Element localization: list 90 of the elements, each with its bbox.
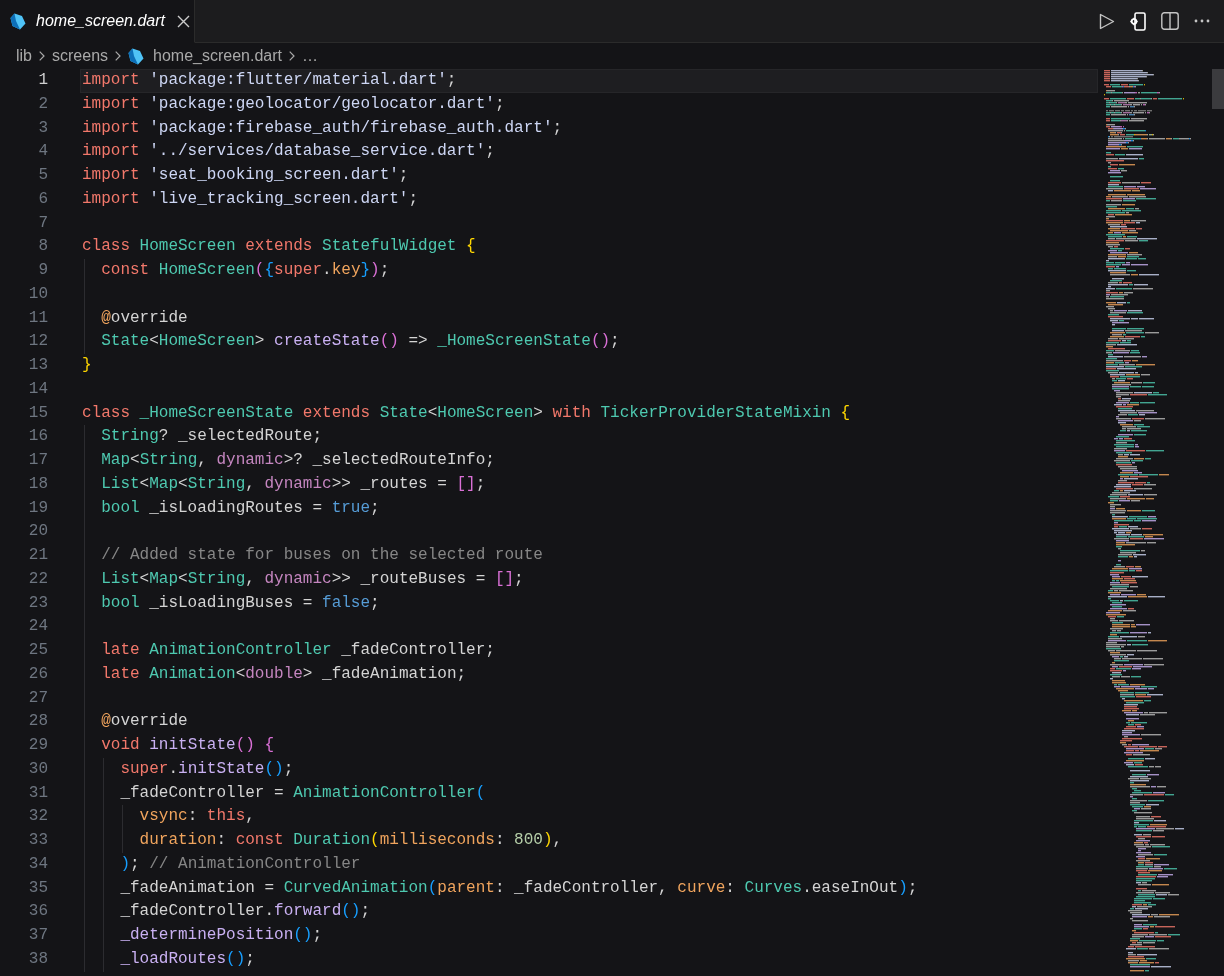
code-line: Map<String, dynamic>? _selectedRouteInfo; xyxy=(101,451,495,469)
code-line: List<Map<String, dynamic>> _routeBuses = []; xyxy=(101,569,524,588)
code-line: import 'package:firebase_auth/firebase_auth.dart'; xyxy=(82,118,563,137)
line-number: 19 xyxy=(28,498,48,517)
breadcrumb-item[interactable]: lib xyxy=(16,46,32,66)
device-settings-button[interactable] xyxy=(1130,11,1146,31)
code-line: _fadeController.forward(); xyxy=(120,902,371,921)
code-line: @override xyxy=(101,308,188,327)
code-line: _loadRoutes(); xyxy=(120,949,255,968)
breadcrumb-item[interactable]: home_screen.dart xyxy=(128,46,282,66)
line-number: 17 xyxy=(28,451,48,469)
line-number: 38 xyxy=(28,949,48,968)
breadcrumb-item[interactable]: … xyxy=(302,46,318,66)
line-number: 3 xyxy=(38,118,48,137)
code-line: State<HomeScreen> createState() => _HomeScreenState(); xyxy=(101,332,620,351)
split-view-icon xyxy=(1161,12,1179,30)
line-number: 10 xyxy=(28,284,48,303)
code-line: _fadeController = AnimationController( xyxy=(120,783,486,802)
split-editor-button[interactable] xyxy=(1161,12,1179,30)
line-number: 6 xyxy=(38,189,48,208)
line-number: 2 xyxy=(38,94,48,113)
line-number: 32 xyxy=(28,807,48,826)
code-line: import 'package:geolocator/geolocator.dart'; xyxy=(82,94,505,113)
line-number: 23 xyxy=(28,593,48,612)
line-number: 12 xyxy=(28,332,48,351)
chevron-right-icon xyxy=(39,51,45,61)
line-number: 24 xyxy=(28,617,48,636)
line-number: 18 xyxy=(28,474,48,493)
code-line: const HomeScreen({super.key}); xyxy=(101,261,390,279)
code-line: import 'package:flutter/material.dart'; xyxy=(82,71,457,89)
code-line: late Animation<double> _fadeAnimation; xyxy=(101,664,467,683)
code-line: String? _selectedRoute; xyxy=(101,427,323,446)
line-number: 11 xyxy=(28,308,48,327)
line-number: 8 xyxy=(38,237,48,256)
code-line: late AnimationController _fadeController; xyxy=(101,641,495,659)
line-number: 7 xyxy=(38,213,48,232)
line-number: 35 xyxy=(28,878,48,897)
line-number: 34 xyxy=(28,854,48,873)
code-line: bool _isLoadingBuses = false; xyxy=(101,593,380,612)
more-icon xyxy=(1194,19,1210,23)
file-type-icon xyxy=(10,12,26,30)
code-line: List<Map<String, dynamic>> _routes = []; xyxy=(101,474,486,493)
line-number: 30 xyxy=(28,759,48,778)
code-line: void initState() { xyxy=(101,736,275,754)
line-number: 5 xyxy=(38,166,48,184)
code-line: _determinePosition(); xyxy=(120,926,323,944)
line-number: 14 xyxy=(28,379,48,398)
line-number: 21 xyxy=(28,546,48,564)
more-actions-button[interactable] xyxy=(1194,19,1210,23)
line-number: 22 xyxy=(28,569,48,588)
scrollbar-thumb[interactable] xyxy=(1212,69,1224,109)
breadcrumb-item[interactable]: screens xyxy=(52,46,109,66)
code-line: @override xyxy=(101,712,188,731)
play-icon xyxy=(1099,12,1115,30)
close-icon xyxy=(176,14,190,28)
run-button[interactable] xyxy=(1099,12,1115,30)
line-number: 37 xyxy=(28,926,48,944)
code-line: vsync: this, xyxy=(139,807,255,826)
line-number: 15 xyxy=(28,403,48,422)
code-line: duration: const Duration(milliseconds: 800), xyxy=(139,831,563,849)
code-line: super.initState(); xyxy=(120,759,294,778)
line-number: 36 xyxy=(28,902,48,921)
chevron-right-icon xyxy=(289,51,295,61)
line-number: 26 xyxy=(28,664,48,683)
code-line: } xyxy=(82,356,92,374)
line-number: 27 xyxy=(28,688,48,707)
code-line: bool _isLoadingRoutes = true; xyxy=(101,498,380,517)
phone-gear-icon xyxy=(1130,11,1146,31)
line-number: 20 xyxy=(28,522,48,541)
code-line: import '../services/database_service.dart'; xyxy=(82,142,495,161)
line-number: 16 xyxy=(28,427,48,446)
line-number: 1 xyxy=(38,71,48,89)
code-line: import 'seat_booking_screen.dart'; xyxy=(82,166,409,184)
code-line: import 'live_tracking_screen.dart'; xyxy=(82,189,419,208)
line-number: 29 xyxy=(28,736,48,754)
line-number: 9 xyxy=(38,261,48,279)
line-number: 33 xyxy=(28,831,48,849)
line-number: 4 xyxy=(38,142,48,161)
line-number: 28 xyxy=(28,712,48,731)
line-number: 25 xyxy=(28,641,48,659)
chevron-right-icon xyxy=(115,51,122,61)
editor-tab[interactable]: home_screen.dart xyxy=(0,0,195,43)
code-line: _fadeAnimation = CurvedAnimation(parent: _fadeController, curve: Curves.easeInOut); xyxy=(120,878,918,897)
file-type-icon xyxy=(128,47,145,65)
code-line: ); // AnimationController xyxy=(120,854,361,873)
code-line: class HomeScreen extends StatefulWidget { xyxy=(82,237,476,256)
code-line: class _HomeScreenState extends State<HomeScreen> with TickerProviderStateMixin { xyxy=(82,403,851,422)
line-number: 31 xyxy=(28,783,48,802)
code-line: // Added state for buses on the selected route xyxy=(101,546,543,564)
line-number: 13 xyxy=(28,356,48,374)
